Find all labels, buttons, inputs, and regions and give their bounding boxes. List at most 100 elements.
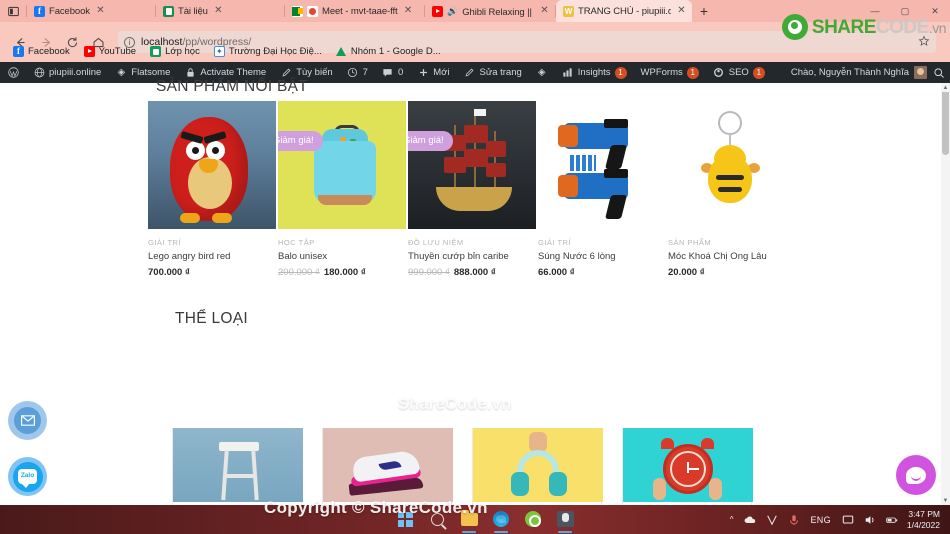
- scroll-up-arrow-icon[interactable]: ▲: [941, 83, 950, 92]
- bookmark-facebook[interactable]: f Facebook: [6, 46, 77, 57]
- tab-title: Facebook: [49, 5, 90, 17]
- water-gun-photo[interactable]: [538, 101, 666, 229]
- product-name[interactable]: Súng Nước 6 lòng: [538, 251, 668, 262]
- categories-title: THỂ LOẠI: [175, 310, 249, 327]
- product-card[interactable]: SẢN PHẨM Móc Khoá Chị Ong Lâu 20.000 ₫: [668, 101, 798, 278]
- product-category: GIẢI TRÍ: [538, 238, 572, 247]
- bookmark-youtube[interactable]: YouTube: [77, 46, 143, 57]
- product-card[interactable]: Giảm giá! ĐỒ LƯU NIỆM Thuyền cướp bỉn ca…: [408, 101, 538, 278]
- admin-bar-site-name[interactable]: piupiii.online: [26, 62, 108, 83]
- green-app-button[interactable]: [522, 508, 544, 530]
- sharecode-watermark-bottom: Copyright © ShareCode.vn: [264, 498, 488, 517]
- angry-bird-photo[interactable]: [148, 101, 276, 229]
- tab-close-icon[interactable]: ✕: [94, 5, 107, 18]
- tab-close-icon[interactable]: ✕: [675, 5, 688, 18]
- sale-badge: Giảm giá!: [278, 131, 323, 151]
- snipping-tool-button[interactable]: [554, 508, 576, 533]
- admin-bar-greeting: Chào, Nguyễn Thành Nghĩa: [790, 67, 909, 78]
- vpn-icon[interactable]: [761, 508, 783, 531]
- email-widget-button[interactable]: [8, 401, 47, 440]
- scrollbar-thumb[interactable]: [942, 89, 949, 155]
- site-icon: [33, 67, 45, 79]
- tab-tai-lieu[interactable]: Tài liệu ✕: [156, 0, 284, 22]
- wordpress-logo-icon: [7, 67, 19, 79]
- product-category: SẢN PHẨM: [668, 238, 712, 247]
- tab-close-icon[interactable]: ✕: [212, 5, 225, 18]
- facebook-favicon-icon: f: [34, 5, 45, 17]
- admin-bar-comments[interactable]: 0: [375, 62, 410, 83]
- product-card[interactable]: GIẢI TRÍ Lego angry bird red 700.000 ₫: [148, 101, 278, 278]
- admin-bar-label: WPForms: [640, 67, 683, 78]
- backpack-photo[interactable]: Giảm giá!: [278, 101, 406, 229]
- tab-close-icon[interactable]: ✕: [402, 5, 415, 18]
- chat-widget-button[interactable]: [896, 455, 936, 495]
- battery-icon[interactable]: [881, 508, 903, 531]
- tab-close-icon[interactable]: ✕: [538, 5, 551, 18]
- bee-keychain-photo[interactable]: [668, 101, 796, 229]
- headphones-photo[interactable]: [473, 428, 603, 502]
- admin-bar-label: piupiii.online: [49, 67, 102, 78]
- tab-facebook[interactable]: f Facebook ✕: [27, 0, 155, 22]
- admin-bar-seo[interactable]: SEO 1: [706, 62, 772, 83]
- product-name[interactable]: Balo unisex: [278, 251, 408, 262]
- tab-trang-chu[interactable]: TRANG CHỦ - piupiii.online ✕: [556, 0, 692, 22]
- new-tab-button[interactable]: +: [692, 0, 716, 22]
- clock[interactable]: 3:47 PM 1/4/2022: [903, 509, 946, 531]
- product-name[interactable]: Móc Khoá Chị Ong Lâu: [668, 251, 798, 262]
- tab-title: TRANG CHỦ - piupiii.online: [578, 5, 671, 17]
- admin-bar-insights[interactable]: Insights 1: [555, 62, 634, 83]
- microphone-icon[interactable]: [783, 508, 805, 531]
- logo-code: CODE: [875, 16, 929, 38]
- scroll-down-arrow-icon[interactable]: ▼: [941, 496, 950, 505]
- tab-audio-icon[interactable]: 🔊: [447, 6, 458, 17]
- bookmark-university[interactable]: Trường Đại Học Điệ...: [207, 46, 329, 57]
- category-card-phan-bo[interactable]: Phân bố Đồng Hồ Cuốn Lịch 2021 Bản Đồ ,L…: [622, 428, 753, 505]
- envelope-icon: [14, 407, 41, 434]
- pirate-ship-photo[interactable]: Giảm giá!: [408, 101, 536, 229]
- admin-bar-updates[interactable]: 7: [340, 62, 375, 83]
- product-card[interactable]: GIẢI TRÍ Súng Nước 6 lòng 66.000 ₫: [538, 101, 668, 278]
- admin-bar-edit-page[interactable]: Sửa trang: [457, 62, 529, 83]
- search-icon[interactable]: [932, 66, 946, 80]
- zalo-icon: Zalo: [12, 461, 43, 492]
- product-old-price: 200.000 ₫: [278, 267, 320, 279]
- volume-icon[interactable]: [859, 508, 881, 531]
- classroom-icon: [150, 46, 162, 57]
- category-card-giai-tri[interactable]: Giải Trí Tai Nghe Mô Hình Đồ Chơi: [472, 428, 603, 505]
- product-name[interactable]: Lego angry bird red: [148, 251, 278, 262]
- youtube-favicon-icon: [432, 5, 443, 17]
- bookmark-drive[interactable]: Nhóm 1 - Google D...: [329, 46, 448, 57]
- tab-meet[interactable]: Meet - mvt-taae-fft ✕: [285, 0, 424, 22]
- sneaker-photo[interactable]: [323, 428, 453, 502]
- category-card-thoi-trang[interactable]: Thời Trang Giày Balo, Cặp sách Đồ Trang …: [322, 428, 453, 505]
- alarm-clock-photo[interactable]: [623, 428, 753, 502]
- avatar: [914, 66, 927, 79]
- admin-bar-label: Mới: [433, 67, 450, 78]
- tab-title: Tài liệu: [178, 5, 208, 17]
- admin-bar-new[interactable]: Mới: [410, 62, 456, 83]
- comments-icon: [382, 67, 394, 79]
- show-hidden-icons-chevron[interactable]: ^: [725, 515, 739, 524]
- product-category: GIẢI TRÍ: [148, 238, 182, 247]
- category-card-hoc-tap[interactable]: Học Tập Bút Sách , Vở Dụng Cụ Học Tập: [172, 428, 303, 505]
- product-name[interactable]: Thuyền cướp bỉn caribe: [408, 251, 538, 262]
- stool-photo[interactable]: [173, 428, 303, 502]
- tab-title: Meet - mvt-taae-fft: [322, 5, 398, 17]
- tab-ghibli[interactable]: 🔊 Ghibli Relaxing || 吉卜力钢琴 ✕: [425, 0, 555, 22]
- language-indicator[interactable]: ENG: [805, 515, 837, 525]
- onedrive-icon[interactable]: [739, 508, 761, 531]
- bookmark-lop-hoc[interactable]: Lớp học: [143, 46, 207, 57]
- admin-bar-wordpress-logo[interactable]: [0, 62, 26, 83]
- admin-bar-wpforms[interactable]: WPForms 1: [634, 62, 706, 83]
- microsoft-edge-button[interactable]: [490, 508, 512, 533]
- admin-bar-account[interactable]: Chào, Nguyễn Thành Nghĩa: [791, 66, 950, 80]
- admin-bar-label: Flatsome: [131, 67, 171, 78]
- admin-bar-label: Sửa trang: [479, 67, 522, 78]
- chat-bubble-icon: [906, 466, 926, 484]
- admin-bar-diamond[interactable]: ◈: [529, 62, 555, 83]
- product-card[interactable]: Giảm giá! HỌC TẬP Balo unisex 200.000 ₫1…: [278, 101, 408, 278]
- tab-list-icon[interactable]: [0, 0, 26, 22]
- featured-products-row: GIẢI TRÍ Lego angry bird red 700.000 ₫ G…: [148, 101, 808, 278]
- display-icon[interactable]: [837, 508, 859, 531]
- zalo-widget-button[interactable]: Zalo: [8, 457, 47, 496]
